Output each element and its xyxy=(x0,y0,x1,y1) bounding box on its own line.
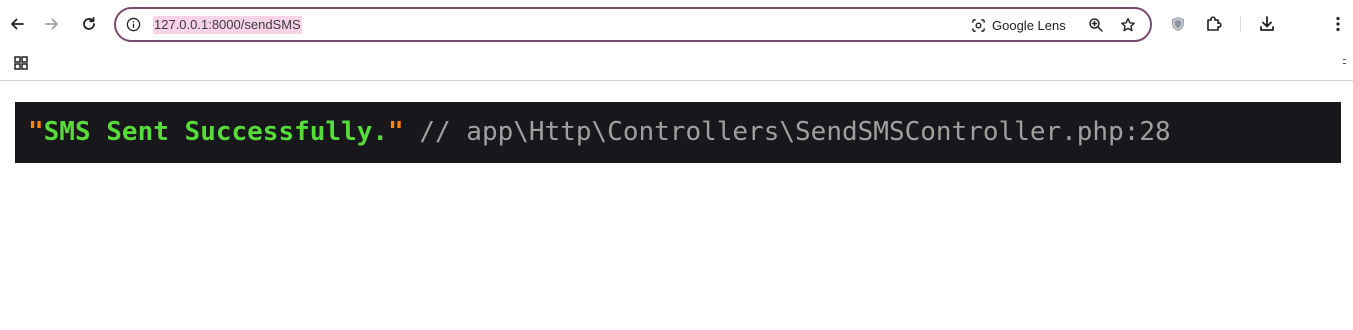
google-lens-button[interactable]: Google Lens xyxy=(970,14,1066,36)
reload-icon xyxy=(83,16,95,30)
dump-message: SMS Sent Successfully. xyxy=(43,117,389,147)
kebab-menu-icon[interactable] xyxy=(1328,13,1348,35)
camera-lens-icon xyxy=(970,17,986,33)
star-icon[interactable] xyxy=(1118,15,1138,35)
puzzle-icon[interactable] xyxy=(1203,13,1225,35)
browser-toolbar: 127.0.0.1:8000/sendSMS Google Lens xyxy=(0,0,1353,48)
download-icon[interactable] xyxy=(1256,13,1278,35)
zoom-icon[interactable] xyxy=(1086,15,1106,35)
back-button[interactable] xyxy=(3,10,31,38)
back-arrow-icon xyxy=(11,18,24,30)
info-icon[interactable] xyxy=(124,15,142,33)
bookmarks-overflow-icon[interactable] xyxy=(1339,54,1349,68)
google-lens-label: Google Lens xyxy=(992,17,1066,33)
forward-arrow-icon xyxy=(45,18,58,30)
shield-icon[interactable] xyxy=(1168,14,1188,34)
dump-open-quote: " xyxy=(28,117,44,147)
apps-grid-icon[interactable] xyxy=(11,53,31,73)
url-text[interactable]: 127.0.0.1:8000/sendSMS xyxy=(153,16,302,34)
reload-button[interactable] xyxy=(75,10,103,38)
bookmarks-bar xyxy=(0,48,1353,81)
address-bar[interactable]: 127.0.0.1:8000/sendSMS Google Lens xyxy=(114,7,1152,42)
toolbar-divider xyxy=(1240,16,1241,32)
dump-source-location: // app\Http\Controllers\SendSMSControlle… xyxy=(403,117,1171,147)
forward-button[interactable] xyxy=(38,10,66,38)
dump-close-quote: " xyxy=(388,117,404,147)
dump-output: "SMS Sent Successfully." // app\Http\Con… xyxy=(15,102,1341,163)
